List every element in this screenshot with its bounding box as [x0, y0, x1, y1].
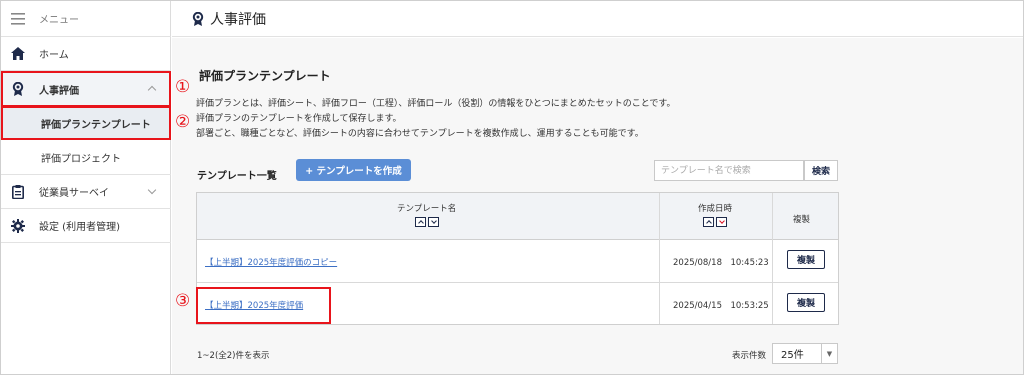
sort-asc-icon[interactable]	[415, 217, 426, 227]
award-icon	[192, 11, 204, 26]
per-page-select[interactable]: 25件 ▼	[772, 343, 838, 364]
created-datetime: 2025/08/18 10:45:23	[673, 258, 769, 268]
home-icon	[11, 47, 25, 61]
copy-button[interactable]: 複製	[787, 250, 825, 269]
description-line: 評価プランとは、評価シート、評価フロー（工程）、評価ロール（役割）の情報をひとつ…	[196, 99, 676, 109]
top-bar: 人事評価	[172, 1, 1023, 37]
copy-button[interactable]: 複製	[787, 293, 825, 312]
search-button[interactable]: 検索	[804, 160, 838, 181]
clipboard-icon	[11, 184, 25, 199]
sidebar-item-home[interactable]: ホーム	[1, 37, 171, 71]
sidebar: メニュー ホーム 人事評価 評価プランテンプレート 評価プロジェクト 従業員サー…	[1, 1, 171, 374]
column-header-copy: 複製	[793, 215, 811, 225]
sidebar-item-employee-survey[interactable]: 従業員サーベイ	[1, 175, 171, 209]
sidebar-item-label: 評価プロジェクト	[41, 154, 121, 165]
highlight-box-template-row	[196, 287, 331, 324]
gear-icon	[11, 218, 25, 233]
sort-asc-icon[interactable]	[703, 217, 714, 227]
callout-number-1: ①	[175, 77, 191, 97]
template-name-link[interactable]: 【上半期】2025年度評価のコピー	[205, 256, 337, 268]
result-count: 1~2(全2)件を表示	[197, 351, 270, 361]
dropdown-arrow-icon[interactable]: ▼	[821, 344, 837, 363]
sidebar-item-settings[interactable]: 設定 (利用者管理)	[1, 209, 171, 243]
callout-number-3: ③	[175, 291, 191, 311]
sidebar-item-evaluation-project[interactable]: 評価プロジェクト	[1, 141, 171, 175]
hamburger-icon[interactable]	[11, 12, 25, 26]
column-divider	[772, 193, 773, 324]
page-title: 人事評価	[210, 11, 266, 28]
sidebar-item-label: 従業員サーベイ	[39, 188, 109, 199]
created-sort-controls	[703, 217, 727, 230]
description-line: 評価プランのテンプレートを作成して保存します。	[196, 114, 402, 124]
chevron-down-icon	[147, 185, 157, 195]
table-header	[197, 193, 838, 240]
sidebar-item-label: ホーム	[39, 50, 69, 61]
per-page-value: 25件	[781, 350, 804, 361]
sort-desc-icon[interactable]	[428, 217, 439, 227]
description-line: 部署ごと、職種ごとなど、評価シートの内容に合わせてテンプレートを複数作成し、運用…	[196, 129, 644, 139]
menu-toggle[interactable]: メニュー	[1, 1, 171, 37]
sort-desc-icon[interactable]	[716, 217, 727, 227]
highlight-box-plan-template	[1, 106, 171, 140]
column-header-created: 作成日時	[698, 204, 733, 214]
menu-label: メニュー	[39, 15, 79, 26]
template-list-label: テンプレート一覧	[197, 171, 277, 182]
name-sort-controls	[415, 217, 439, 230]
column-divider	[659, 193, 660, 324]
create-template-button[interactable]: + テンプレートを作成	[296, 159, 411, 181]
section-heading: 評価プランテンプレート	[199, 69, 331, 83]
per-page-label: 表示件数	[732, 351, 767, 361]
callout-number-2: ②	[175, 112, 191, 132]
column-header-name: テンプレート名	[397, 204, 457, 214]
row-divider	[197, 282, 838, 283]
search-input[interactable]	[654, 160, 804, 181]
sidebar-item-label: 設定 (利用者管理)	[39, 222, 120, 233]
highlight-box-hr-evaluation	[1, 71, 171, 107]
created-datetime: 2025/04/15 10:53:25	[673, 301, 769, 311]
